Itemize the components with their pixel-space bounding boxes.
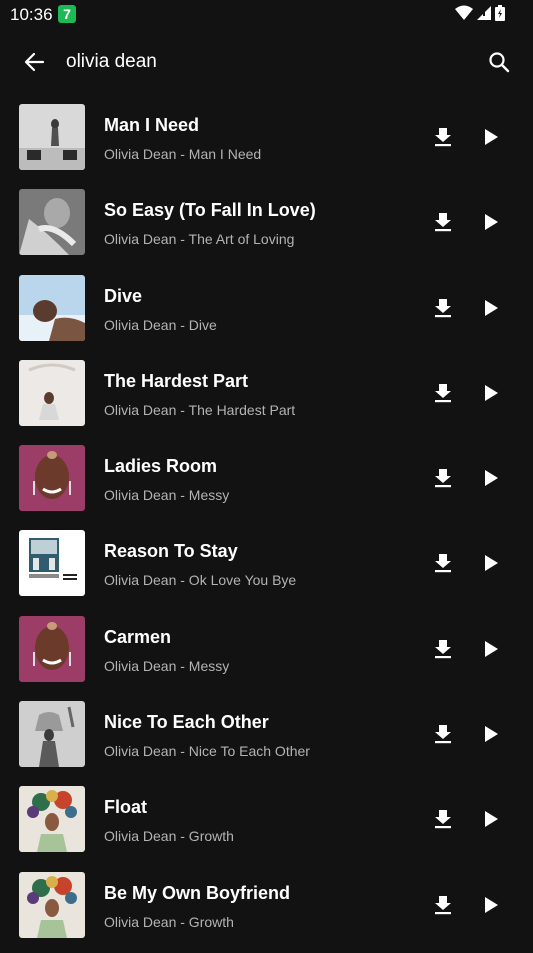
play-icon xyxy=(485,299,498,316)
status-bar: 10:36 7 xyxy=(0,0,533,30)
download-button[interactable] xyxy=(430,806,456,832)
arrow-left-icon xyxy=(24,52,45,72)
album-art xyxy=(19,104,85,170)
download-button[interactable] xyxy=(430,380,456,406)
song-title: Ladies Room xyxy=(104,456,218,477)
status-icons xyxy=(455,5,505,21)
song-row[interactable]: Float Olivia Dean - Growth xyxy=(0,782,533,867)
download-icon xyxy=(435,725,451,744)
song-row[interactable]: Nice To Each Other Olivia Dean - Nice To… xyxy=(0,697,533,782)
song-artist-album: Olivia Dean - The Hardest Part xyxy=(104,401,296,418)
download-icon xyxy=(435,554,451,573)
play-button[interactable] xyxy=(478,806,504,832)
song-artist-album: Olivia Dean - Ok Love You Bye xyxy=(104,572,297,589)
album-art xyxy=(19,274,85,341)
search-header: olivia dean xyxy=(0,30,533,94)
song-artist-album: Olivia Dean - Messy xyxy=(104,657,230,674)
play-button[interactable] xyxy=(478,721,504,747)
wifi-icon xyxy=(455,5,473,21)
download-icon xyxy=(435,128,451,147)
download-icon xyxy=(435,639,451,658)
battery-icon xyxy=(495,5,505,21)
song-row[interactable]: Ladies Room Olivia Dean - Messy xyxy=(0,441,533,526)
song-list: Man I Need Olivia Dean - Man I Need So E… xyxy=(0,100,533,953)
download-button[interactable] xyxy=(430,550,456,576)
play-button[interactable] xyxy=(478,636,504,662)
play-button[interactable] xyxy=(478,295,504,321)
download-button[interactable] xyxy=(430,636,456,662)
song-artist-album: Olivia Dean - Dive xyxy=(104,316,217,333)
play-icon xyxy=(485,470,498,487)
album-art xyxy=(19,445,85,512)
album-art xyxy=(19,530,85,597)
song-row[interactable]: Dive Olivia Dean - Dive xyxy=(0,271,533,356)
song-artist-album: Olivia Dean - Messy xyxy=(104,487,230,504)
play-icon xyxy=(485,129,498,145)
album-art xyxy=(19,615,85,682)
song-row[interactable]: Be My Own Boyfriend Olivia Dean - Growth xyxy=(0,868,533,953)
play-button[interactable] xyxy=(478,380,504,406)
download-icon xyxy=(435,810,451,829)
download-icon xyxy=(435,383,451,403)
play-icon xyxy=(485,811,498,828)
play-icon xyxy=(485,214,498,231)
play-button[interactable] xyxy=(478,124,504,150)
song-title: Reason To Stay xyxy=(104,541,238,562)
play-button[interactable] xyxy=(478,209,504,235)
download-icon xyxy=(435,213,451,232)
album-art xyxy=(19,359,85,426)
play-icon xyxy=(485,896,498,913)
song-row[interactable]: So Easy (To Fall In Love) Olivia Dean - … xyxy=(0,185,533,270)
album-art xyxy=(19,871,85,938)
song-artist-album: Olivia Dean - Man I Need xyxy=(104,146,262,162)
download-button[interactable] xyxy=(430,124,456,150)
back-button[interactable] xyxy=(18,46,50,78)
download-button[interactable] xyxy=(430,465,456,491)
download-icon xyxy=(435,298,451,317)
play-button[interactable] xyxy=(478,892,504,918)
song-row[interactable]: Man I Need Olivia Dean - Man I Need xyxy=(0,100,533,185)
album-art xyxy=(19,189,85,256)
song-title: Man I Need xyxy=(104,115,200,135)
song-title: Nice To Each Other xyxy=(104,712,269,733)
song-artist-album: Olivia Dean - Growth xyxy=(104,913,234,930)
play-icon xyxy=(485,640,498,657)
download-button[interactable] xyxy=(430,209,456,235)
signal-icon xyxy=(477,5,491,21)
download-button[interactable] xyxy=(430,892,456,918)
search-icon xyxy=(489,52,510,73)
song-title: Dive xyxy=(104,285,143,306)
song-title: So Easy (To Fall In Love) xyxy=(104,200,316,221)
song-artist-album: Olivia Dean - Nice To Each Other xyxy=(104,743,310,760)
song-row[interactable]: Reason To Stay Olivia Dean - Ok Love You… xyxy=(0,526,533,611)
play-icon xyxy=(485,555,498,572)
play-button[interactable] xyxy=(478,465,504,491)
download-button[interactable] xyxy=(430,295,456,321)
play-button[interactable] xyxy=(478,550,504,576)
album-art xyxy=(19,786,85,853)
search-button[interactable] xyxy=(483,46,515,78)
play-icon xyxy=(485,726,498,743)
song-artist-album: Olivia Dean - Growth xyxy=(104,828,234,845)
notification-badge-icon: 7 xyxy=(58,5,76,23)
song-title: Be My Own Boyfriend xyxy=(104,882,291,903)
status-time: 10:36 xyxy=(10,5,53,24)
song-row[interactable]: Carmen Olivia Dean - Messy xyxy=(0,612,533,697)
download-button[interactable] xyxy=(430,721,456,747)
album-art xyxy=(19,701,85,768)
song-title: The Hardest Part xyxy=(104,370,249,391)
play-icon xyxy=(485,384,498,401)
song-title: Carmen xyxy=(104,626,172,647)
song-row[interactable]: The Hardest Part Olivia Dean - The Harde… xyxy=(0,356,533,441)
download-icon xyxy=(435,469,451,488)
search-input[interactable]: olivia dean xyxy=(66,51,157,73)
song-title: Float xyxy=(104,797,147,818)
song-artist-album: Olivia Dean - The Art of Loving xyxy=(104,231,295,248)
download-icon xyxy=(435,895,451,914)
